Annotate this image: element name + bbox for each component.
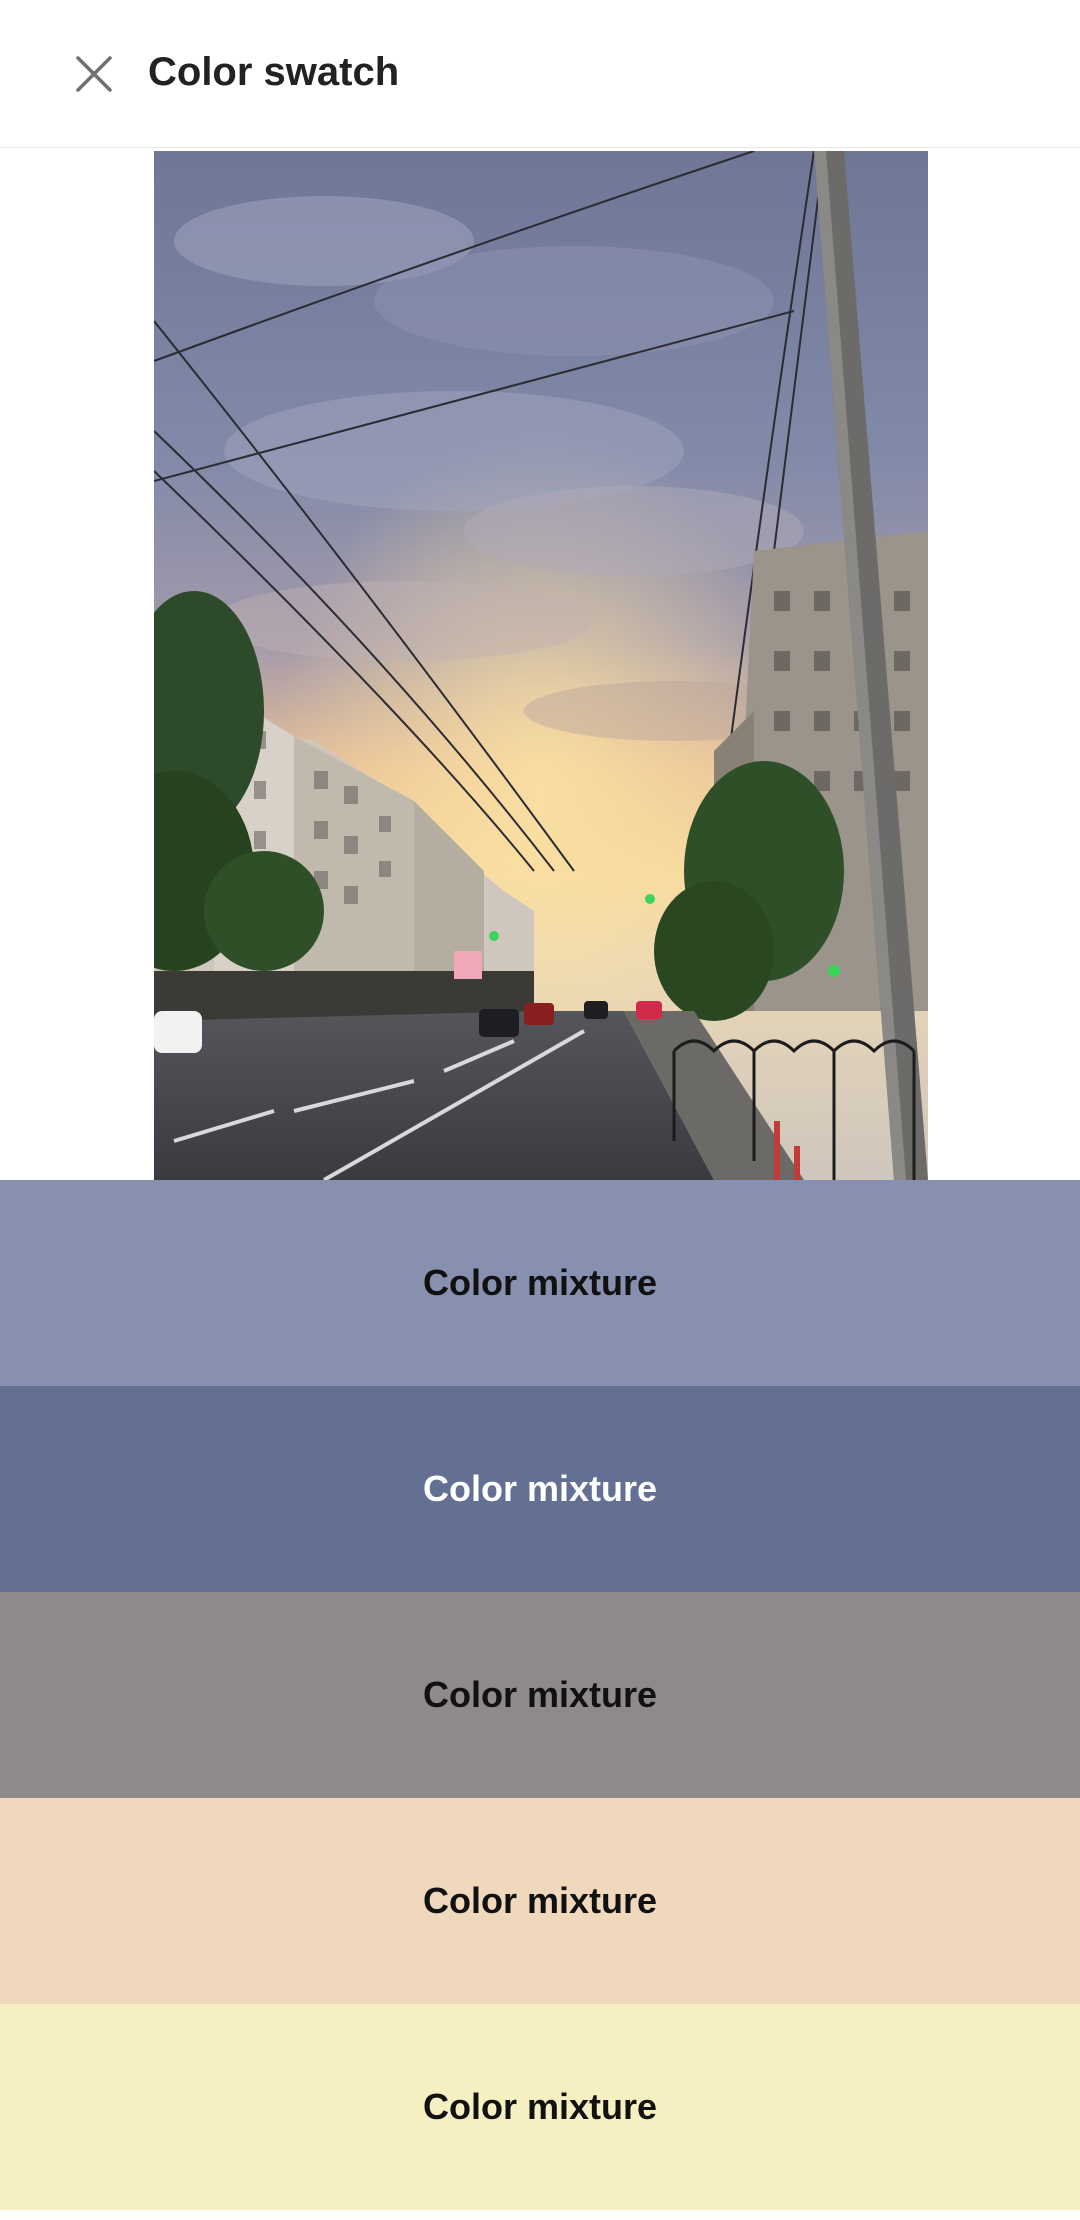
swatch-2[interactable]: Color mixture	[0, 1386, 1080, 1592]
swatch-3[interactable]: Color mixture	[0, 1592, 1080, 1798]
close-button[interactable]	[62, 42, 126, 106]
photo-illustration	[154, 151, 928, 1180]
top-app-bar: Color swatch	[0, 0, 1080, 148]
swatch-1[interactable]: Color mixture	[0, 1180, 1080, 1386]
photo-container	[0, 148, 1080, 1180]
swatch-5[interactable]: Color mixture	[0, 2004, 1080, 2210]
color-swatch-screen: Color swatch Color mixture Color mixture…	[0, 0, 1080, 2220]
swatch-4[interactable]: Color mixture	[0, 1798, 1080, 2004]
swatch-label: Color mixture	[422, 2086, 658, 2127]
page-title: Color swatch	[148, 50, 400, 94]
swatch-label: Color mixture	[422, 1262, 658, 1303]
close-icon	[76, 56, 112, 92]
swatch-label: Color mixture	[422, 1880, 658, 1921]
swatch-label: Color mixture	[422, 1468, 658, 1509]
city-street-sunset-photo[interactable]	[154, 151, 928, 1180]
swatch-label: Color mixture	[422, 1674, 658, 1715]
